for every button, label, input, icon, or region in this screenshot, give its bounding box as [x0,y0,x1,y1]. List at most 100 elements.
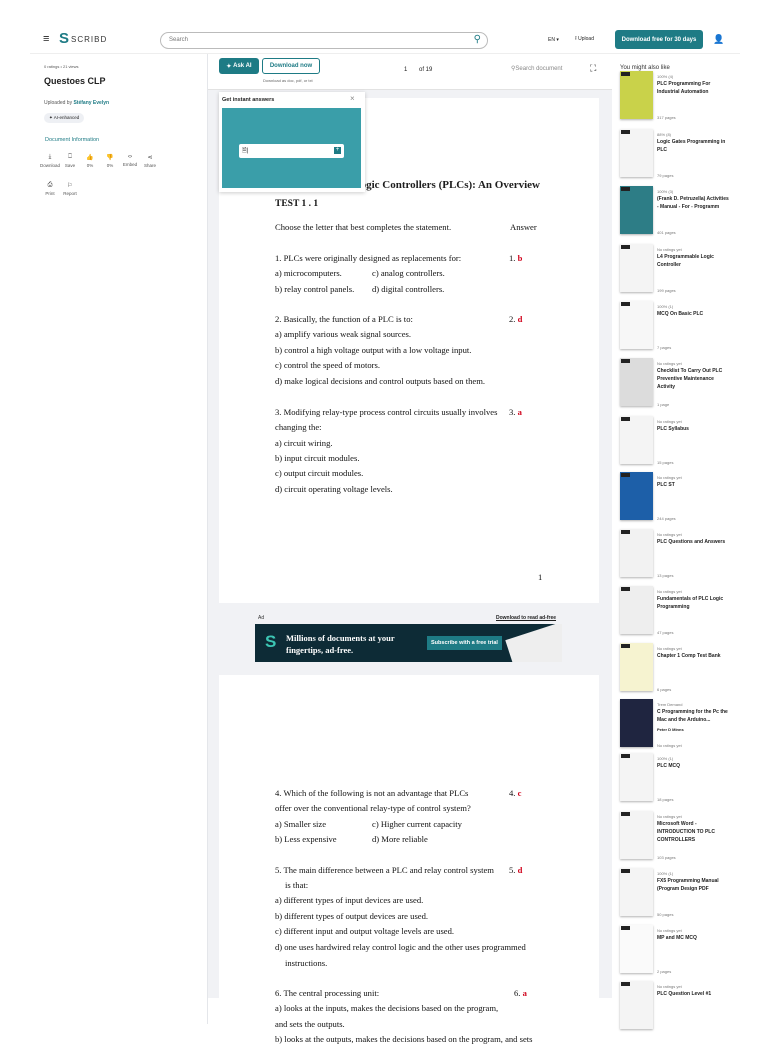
recommendation-title[interactable]: MP and MC MCQ [657,934,729,942]
recommendation-title[interactable]: PLC Syllabus [657,425,729,433]
recommendation-item[interactable]: No ratings yet L4 Programmable Logic Cont… [620,244,760,298]
search-document-placeholder: Search document [515,66,563,72]
document-thumbnail[interactable] [620,529,653,577]
action-report[interactable]: ⚐ Report [60,182,80,196]
document-thumbnail[interactable] [620,186,653,234]
doc-type-badge [621,359,630,363]
menu-icon[interactable]: ≡ [43,33,49,45]
document-thumbnail[interactable] [620,472,653,520]
recommendation-item[interactable]: No ratings yet MP and MC MCQ 2 pages [620,925,760,979]
ad-banner[interactable]: S Millions of documents at your fingerti… [255,624,562,662]
recommendation-item[interactable]: No ratings yet PLC Question Level #1 [620,981,760,1035]
doc-type-badge [621,187,630,191]
document-thumbnail[interactable] [620,71,653,119]
doc-line: b) input circuit modules. [275,453,360,463]
doc-line: b) Less expensive [275,834,337,844]
scribd-ad-logo-icon: S [265,632,277,651]
document-thumbnail[interactable] [620,301,653,349]
recommendation-title[interactable]: (Frank D. Petruzella) Activities - Manua… [657,195,729,211]
recommendation-title[interactable]: C Programming for the Pc the Mac and the… [657,708,729,724]
recommendation-item[interactable]: No ratings yet PLC ST 244 pages [620,472,760,526]
subscribe-button[interactable]: Subscribe with a free trial [427,636,502,650]
action-0pct-dislike[interactable]: 👎 0% [100,154,120,168]
recommendation-item[interactable]: 100% (1) FX5 Programming Manual (Program … [620,868,760,922]
recommendation-item[interactable]: No ratings yet Checklist To Carry Out PLC… [620,358,760,412]
document-thumbnail[interactable] [620,868,653,916]
download-free-button[interactable]: Download free for 30 days [615,30,703,49]
action-embed[interactable]: ‹› Embed [120,154,140,167]
recommendation-item[interactable]: 100% (4) PLC Programming For Industrial A… [620,71,760,125]
recommendation-title[interactable]: PLC Programming For Industrial Automatio… [657,80,729,96]
recommendation-title[interactable]: PLC MCQ [657,762,729,770]
recommendation-title[interactable]: MCQ On Basic PLC [657,310,729,318]
document-information-link[interactable]: Document Information [45,137,99,143]
recommendation-title[interactable]: Microsoft Word - INTRODUCTION TO PLC CON… [657,820,729,844]
doc-type-badge [621,302,630,306]
language-label: EN [548,37,555,43]
send-icon[interactable]: + [334,147,341,154]
page-count: 13 pages [657,573,674,578]
recommendation-item[interactable]: No ratings yet Microsoft Word - INTRODUCT… [620,811,760,865]
action-download[interactable]: ⤓ Download [40,154,60,168]
uploaded-by: Uploaded by Stéfany Evelyn [44,100,109,106]
search-bar[interactable]: Search ⚲ [160,32,488,49]
ask-ai-button[interactable]: ✦ Ask AI [219,58,259,74]
search-input[interactable]: Search [169,37,188,43]
language-selector[interactable]: EN ▾ [548,37,559,43]
viewer-toolbar: ✦ Ask AI Download now Download as doc, p… [208,54,612,90]
action-print[interactable]: ⎙ Print [40,182,60,196]
user-icon[interactable]: 👤 [713,34,724,45]
fullscreen-icon[interactable]: ⛶ [590,63,596,74]
download-formats: Download as doc, pdf, or txt [263,78,313,83]
rating-meta: No ratings yet [657,247,682,252]
uploader-link[interactable]: Stéfany Evelyn [73,100,109,106]
document-thumbnail[interactable] [620,416,653,464]
recommendation-item[interactable]: No ratings yet PLC Questions and Answers 1… [620,529,760,583]
document-thumbnail[interactable] [620,753,653,801]
document-thumbnail[interactable] [620,981,653,1029]
search-icon[interactable]: ⚲ [474,34,481,45]
recommendation-title[interactable]: FX5 Programming Manual (Program Design P… [657,877,729,893]
recommendation-title[interactable]: Fundamentals of PLC Logic Programming [657,595,729,611]
recommendation-item[interactable]: Trem Demand C Programming for the Pc the … [620,699,760,753]
document-thumbnail[interactable] [620,586,653,634]
download-now-button[interactable]: Download now [262,58,320,74]
recommendation-title[interactable]: PLC ST [657,481,729,489]
action-icon-2: 👍 [86,155,94,161]
document-thumbnail[interactable] [620,643,653,691]
recommendation-item[interactable]: No ratings yet Fundamentals of PLC Logic … [620,586,760,640]
download-ad-free-link[interactable]: Download to read ad-free [496,615,556,621]
search-document-input[interactable]: ⚲Search document [511,65,562,72]
recommendation-item[interactable]: No ratings yet PLC Syllabus 15 pages [620,416,760,470]
document-thumbnail[interactable] [620,925,653,973]
scribd-logo-icon[interactable]: S [59,30,69,47]
document-thumbnail[interactable] [620,244,653,292]
recommendation-title[interactable]: L4 Programmable Logic Controller [657,253,729,269]
document-thumbnail[interactable] [620,811,653,859]
recommendation-title[interactable]: Logic Gates Programming in PLC [657,138,729,154]
recommendation-item[interactable]: 100% (3) (Frank D. Petruzella) Activities… [620,186,760,240]
document-thumbnail[interactable] [620,358,653,406]
answer-number: 5. [509,865,516,875]
upload-button[interactable]: ⭱ Upload [575,36,594,44]
recommendation-item[interactable]: No ratings yet Chapter 1 Comp Test Bank 6 … [620,643,760,697]
close-icon[interactable]: × [350,94,355,103]
rating-meta: No ratings yet [657,475,682,480]
page-number-input[interactable]: 1 [404,67,407,73]
action-save[interactable]: ⎕ Save [60,154,80,168]
action-0pct[interactable]: 👍 0% [80,154,100,168]
document-thumbnail[interactable] [620,699,653,747]
recommendation-title[interactable]: Chapter 1 Comp Test Bank [657,652,729,660]
answer-letter: d [517,865,523,875]
recommendation-title[interactable]: PLC Question Level #1 [657,990,729,998]
recommendation-item[interactable]: 100% (1) MCQ On Basic PLC 7 pages [620,301,760,355]
action-share[interactable]: ⋖ Share [140,154,160,168]
recommendation-item[interactable]: 100% (1) PLC MCQ 18 pages [620,753,760,807]
rating-meta: No ratings yet [657,532,682,537]
recommendation-title[interactable]: Checklist To Carry Out PLC Preventive Ma… [657,367,729,391]
recommendation-item[interactable]: 88% (8) Logic Gates Programming in PLC 79 … [620,129,760,183]
recommendation-title[interactable]: PLC Questions and Answers [657,538,729,546]
document-thumbnail[interactable] [620,129,653,177]
doc-line: d) make logical decisions and control ou… [275,376,486,386]
ai-question-input[interactable]: 🗎| + [239,144,344,158]
